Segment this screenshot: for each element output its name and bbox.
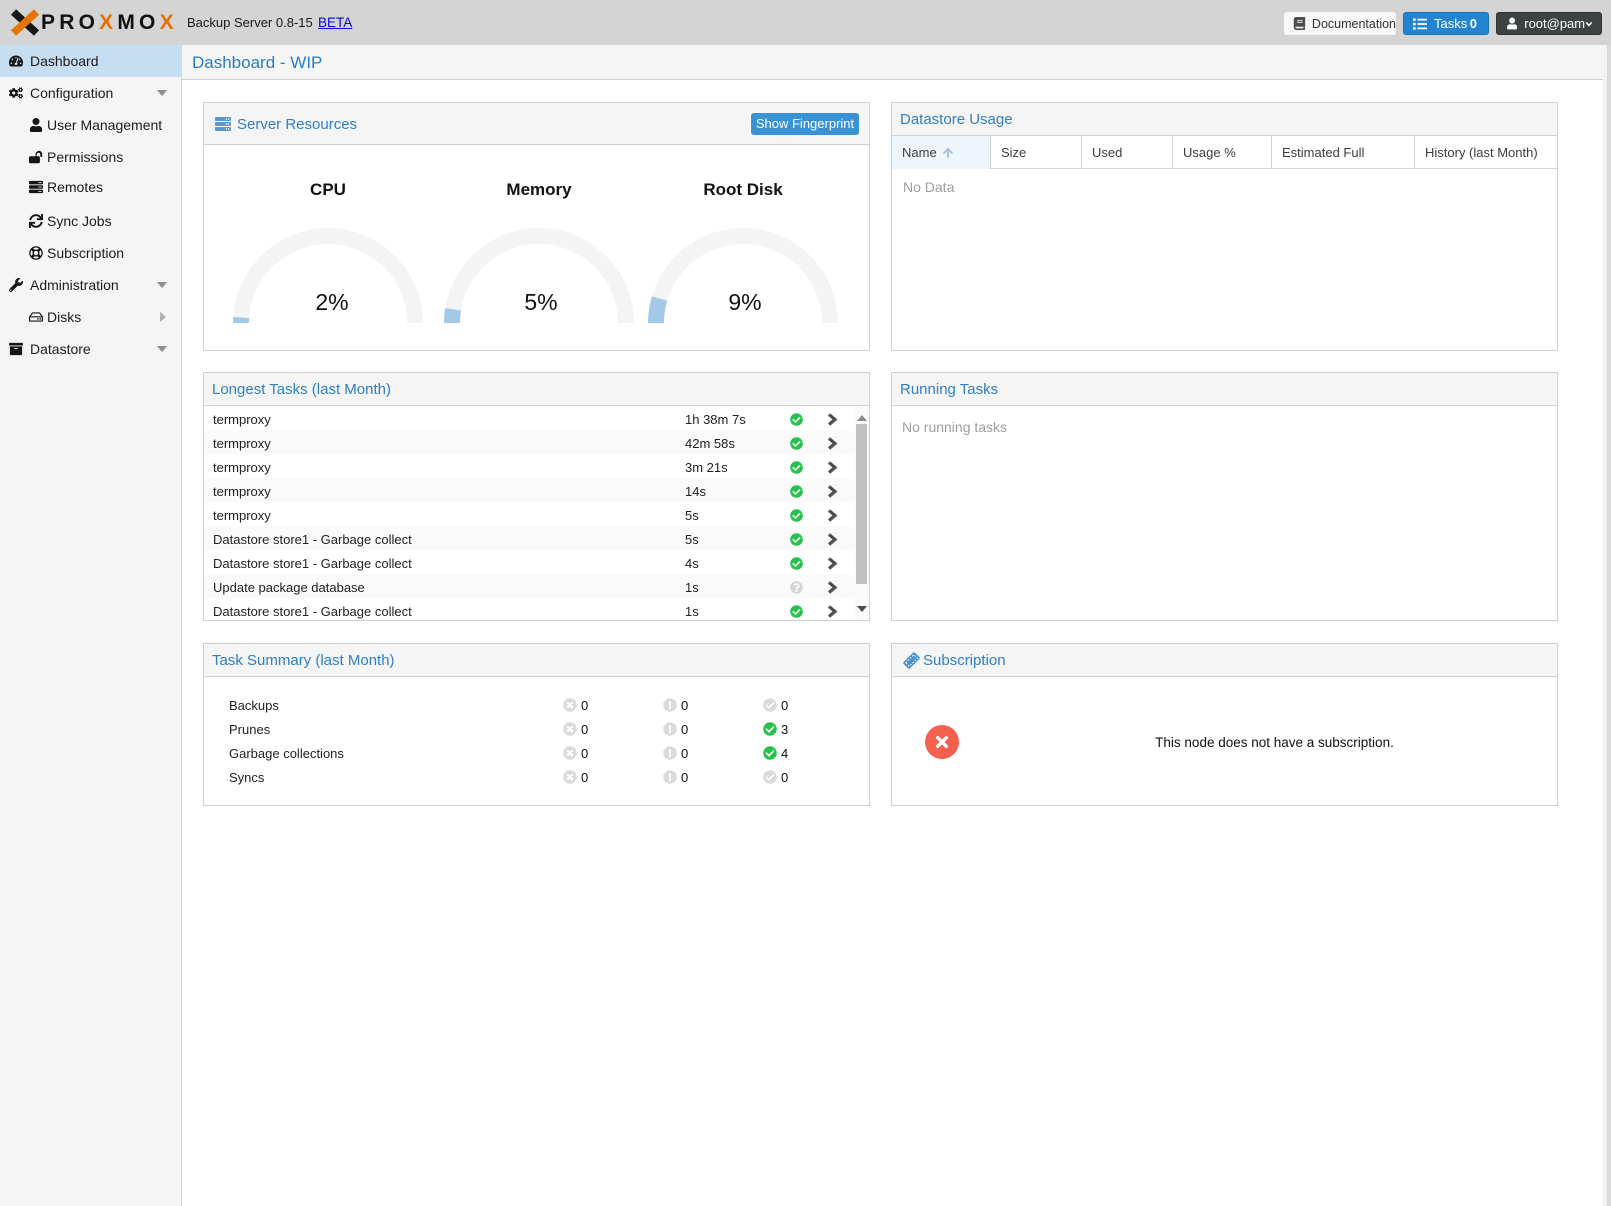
svg-text:5%: 5% <box>524 289 557 315</box>
svg-text:9%: 9% <box>728 289 761 315</box>
svg-text:2%: 2% <box>315 289 348 315</box>
